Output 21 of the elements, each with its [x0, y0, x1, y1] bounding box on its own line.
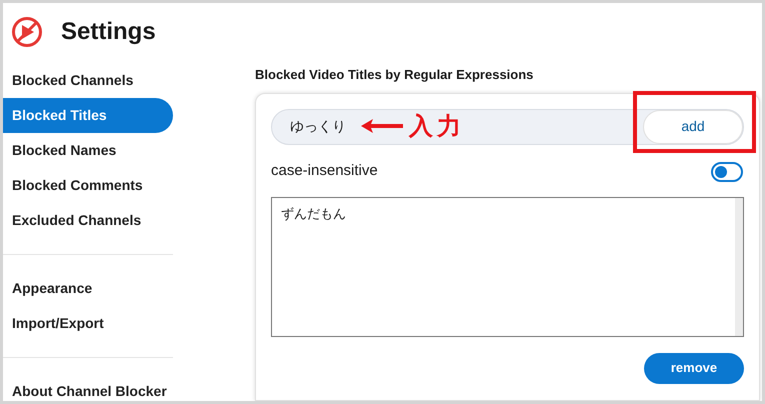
case-toggle[interactable] [711, 162, 743, 182]
scrollbar[interactable] [735, 198, 743, 336]
sidebar-item[interactable]: Blocked Comments [3, 168, 173, 203]
page-title: Settings [61, 17, 156, 47]
logo-icon [11, 16, 43, 48]
sidebar-item[interactable]: Appearance [3, 271, 173, 306]
sidebar-item[interactable]: Blocked Names [3, 133, 173, 168]
sidebar-item[interactable]: Blocked Titles [3, 98, 173, 133]
sidebar-item[interactable]: Excluded Channels [3, 203, 173, 238]
list-item[interactable]: ずんだもん [281, 206, 735, 224]
annotation-arrow [361, 119, 403, 133]
sidebar-item[interactable]: Blocked Channels [3, 63, 173, 98]
annotation-label: 入力 [409, 111, 465, 142]
section-title: Blocked Video Titles by Regular Expressions [255, 66, 534, 84]
title-list[interactable]: ずんだもん [271, 196, 744, 336]
toggle-label: case-insensitive [271, 161, 378, 182]
sidebar-item[interactable]: About Channel Blocker [3, 374, 173, 401]
remove-button[interactable]: remove [644, 352, 744, 384]
title-input[interactable]: ゆっくり [290, 116, 354, 137]
add-button[interactable]: add [643, 110, 743, 144]
sidebar-item[interactable]: Import/Export [3, 306, 173, 341]
